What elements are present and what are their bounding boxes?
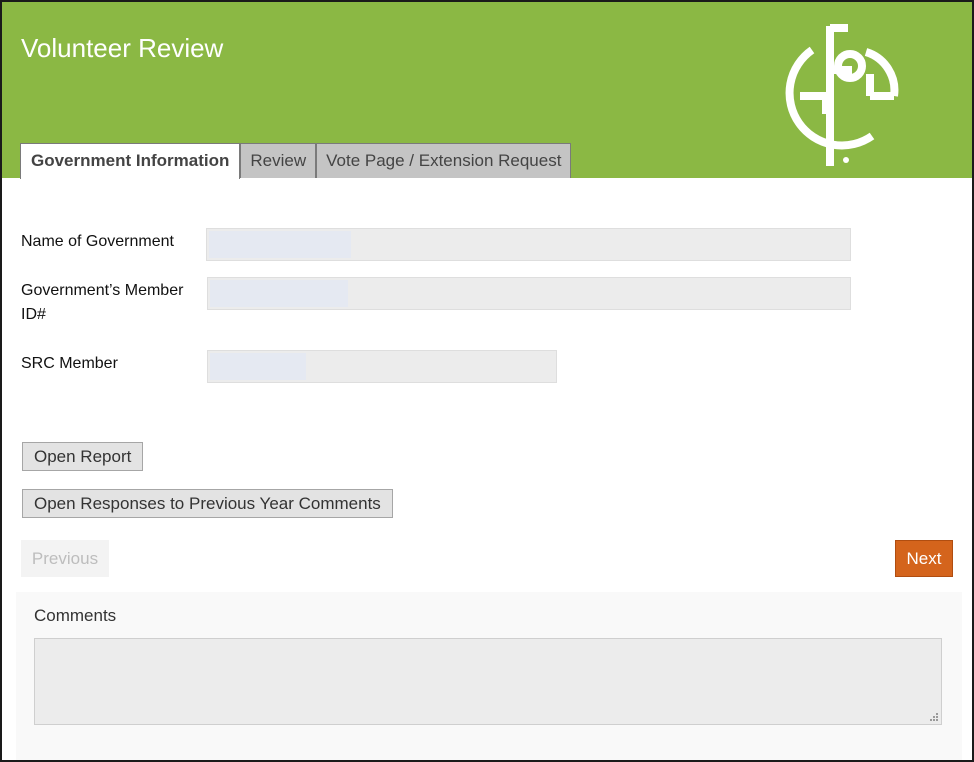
open-responses-button[interactable]: Open Responses to Previous Year Comments bbox=[22, 489, 393, 518]
tab-review[interactable]: Review bbox=[240, 143, 317, 178]
src-member-field[interactable] bbox=[207, 350, 557, 383]
src-member-label: SRC Member bbox=[21, 355, 118, 372]
resize-grip-icon[interactable] bbox=[929, 712, 938, 721]
gfoa-logo-icon bbox=[785, 24, 899, 166]
src-member-value bbox=[210, 353, 306, 380]
open-report-button[interactable]: Open Report bbox=[22, 442, 144, 471]
comments-label: Comments bbox=[34, 606, 117, 625]
header-banner: Volunteer Review Government Information … bbox=[2, 2, 972, 179]
page-title: Volunteer Review bbox=[21, 33, 224, 63]
comments-panel: Comments bbox=[16, 592, 962, 760]
comments-textarea[interactable] bbox=[34, 638, 942, 725]
tab-government-information[interactable]: Government Information bbox=[20, 143, 241, 179]
member-id-label: Government’s Member ID# bbox=[21, 282, 184, 323]
member-id-field[interactable] bbox=[207, 277, 851, 310]
member-id-value bbox=[210, 280, 348, 307]
app-window: Volunteer Review Government Information … bbox=[0, 0, 974, 762]
government-name-label: Name of Government bbox=[21, 233, 174, 250]
tab-bar: Government Information Review Vote Page … bbox=[20, 143, 572, 179]
government-name-value bbox=[209, 231, 351, 258]
previous-button[interactable]: Previous bbox=[21, 540, 109, 577]
next-button[interactable]: Next bbox=[895, 540, 953, 577]
government-name-field[interactable] bbox=[206, 228, 851, 261]
tab-vote-page-extension-request[interactable]: Vote Page / Extension Request bbox=[316, 143, 572, 178]
